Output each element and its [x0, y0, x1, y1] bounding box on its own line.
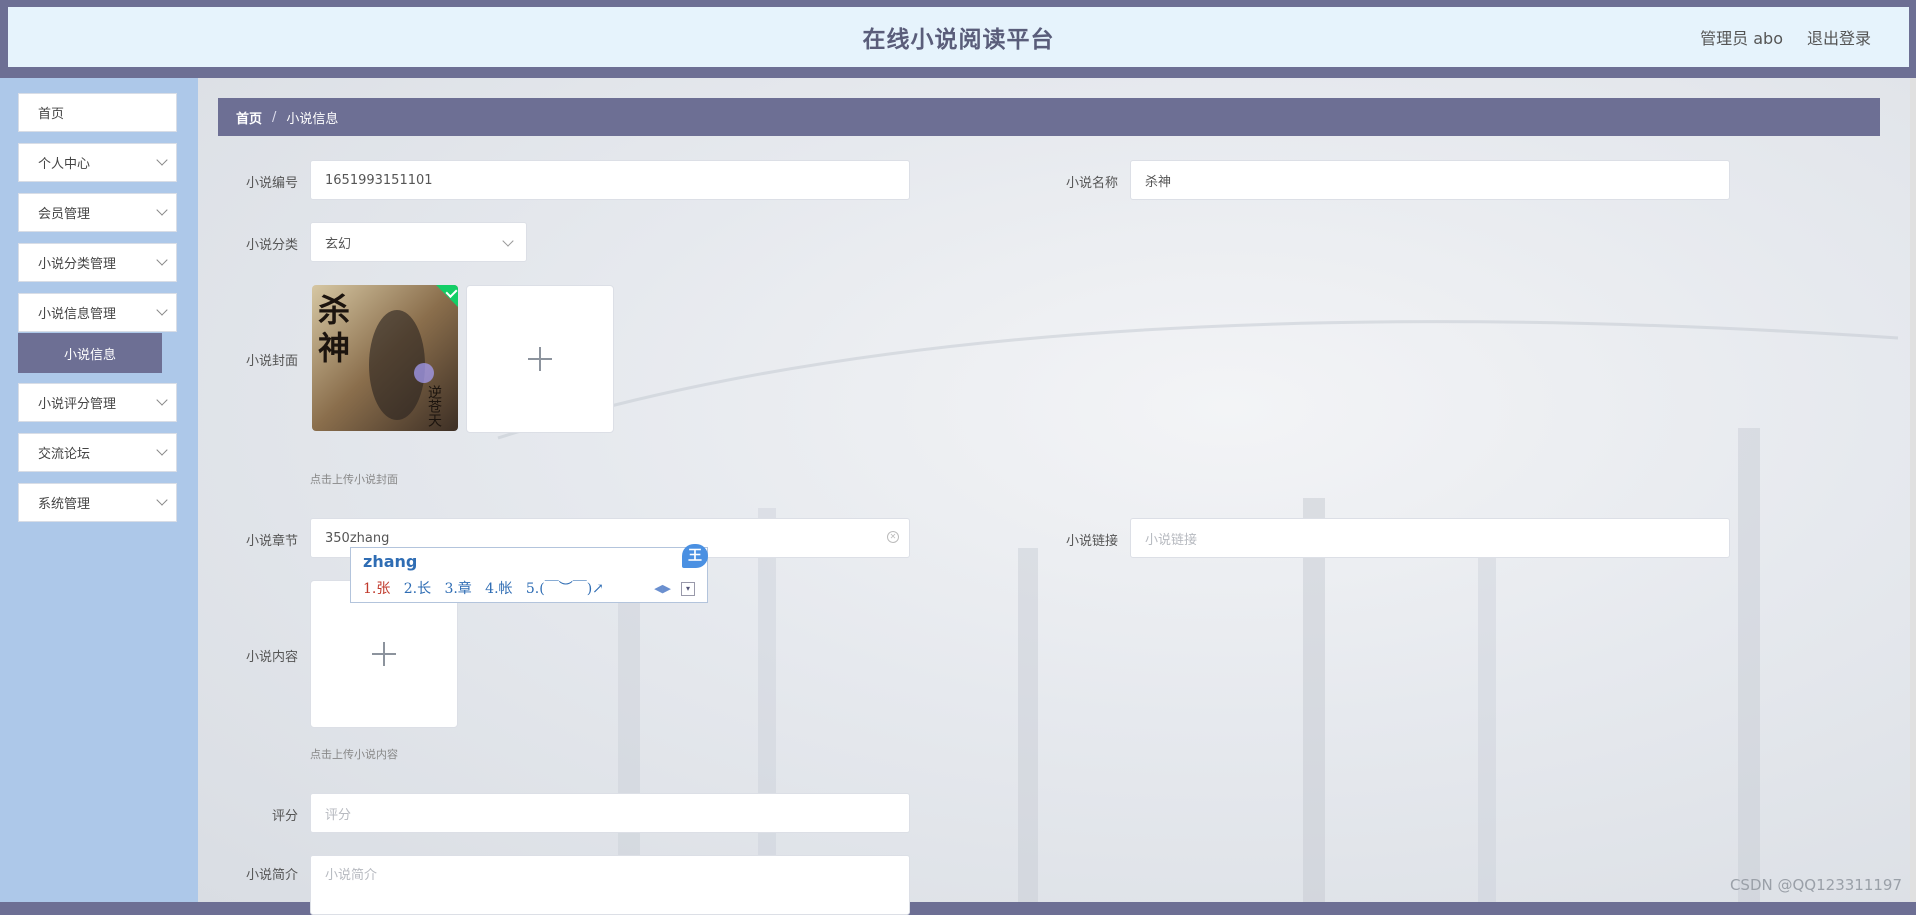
sidebar-item-rating-management[interactable]: 小说评分管理 — [18, 383, 177, 422]
sidebar-item-label: 系统管理 — [38, 497, 91, 512]
rating-label: 评分 — [271, 809, 298, 824]
plus-icon — [372, 642, 396, 666]
ime-candidate[interactable]: 2.长 — [404, 581, 431, 597]
clear-icon[interactable]: ✕ — [887, 531, 899, 543]
site-title: 在线小说阅读平台 — [862, 27, 1055, 53]
chevron-down-icon — [156, 394, 168, 406]
breadcrumb-home[interactable]: 首页 — [236, 108, 262, 127]
sidebar-item-personal-center[interactable]: 个人中心 — [18, 143, 177, 182]
chevron-down-icon — [156, 444, 168, 456]
ime-candidate[interactable]: 1.张 — [363, 581, 390, 597]
ime-candidate[interactable]: 3.章 — [444, 581, 471, 597]
svg-text:神: 神 — [318, 329, 350, 367]
intro-textarea[interactable]: 小说简介 — [310, 855, 910, 915]
ime-candidate[interactable]: 5.(￣︶￣)↗ — [526, 581, 604, 597]
admin-user-label[interactable]: 管理员 abo — [1700, 25, 1783, 49]
ime-candidates: 1.张 2.长 3.章 4.帐 5.(￣︶￣)↗ — [363, 578, 604, 598]
sidebar-item-label: 个人中心 — [38, 157, 91, 172]
watermark: CSDN @QQ123311197 — [1729, 876, 1902, 894]
chapter-label: 小说章节 — [245, 534, 298, 549]
intro-label: 小说简介 — [245, 868, 298, 883]
cover-thumbnail[interactable]: 杀 神 逆苍天 — [312, 285, 458, 431]
ime-logo-icon: 王 — [682, 544, 708, 568]
chevron-down-icon — [156, 494, 168, 506]
header-user-area: 管理员 abo 退出登录 — [1700, 7, 1871, 67]
sidebar-item-home[interactable]: 首页 — [18, 93, 177, 132]
ime-candidate-window: zhang 王 1.张 2.长 3.章 4.帐 5.(￣︶￣)↗ ◀▶ ▾ — [350, 544, 708, 603]
svg-text:逆苍天: 逆苍天 — [426, 385, 442, 427]
chapter-input-value: 350zhang — [325, 530, 390, 546]
sidebar-subitem-novel-info[interactable]: 小说信息 — [18, 333, 162, 373]
chevron-down-icon — [502, 235, 514, 247]
plus-icon — [528, 347, 552, 371]
category-select[interactable]: 玄幻 — [310, 222, 527, 262]
sidebar-item-label: 交流论坛 — [38, 447, 91, 462]
novel-id-label: 小说编号 — [245, 176, 298, 191]
breadcrumb: 首页 / 小说信息 — [218, 98, 1880, 136]
logout-button[interactable]: 退出登录 — [1807, 25, 1871, 49]
chevron-down-icon — [156, 254, 168, 266]
sidebar-item-member-management[interactable]: 会员管理 — [18, 193, 177, 232]
novel-name-input[interactable]: 杀神 — [1130, 160, 1730, 200]
cover-upload-button[interactable] — [466, 285, 614, 433]
link-input[interactable]: 小说链接 — [1130, 518, 1730, 558]
background-decoration — [497, 320, 1899, 902]
chevron-down-icon — [156, 304, 168, 316]
sidebar: 首页 个人中心 会员管理 小说分类管理 小说信息管理 小说信息 小说评分管理 交… — [0, 78, 198, 902]
sidebar-item-novel-info-management[interactable]: 小说信息管理 — [18, 293, 177, 332]
chevron-down-icon — [156, 154, 168, 166]
sidebar-item-category-management[interactable]: 小说分类管理 — [18, 243, 177, 282]
sidebar-item-label: 会员管理 — [38, 207, 91, 222]
sidebar-item-label: 小说评分管理 — [38, 397, 117, 412]
rating-input[interactable]: 评分 — [310, 793, 910, 833]
svg-text:杀: 杀 — [318, 291, 350, 329]
chevron-down-icon — [156, 204, 168, 216]
cover-label: 小说封面 — [245, 354, 298, 369]
scrollbar[interactable] — [1910, 78, 1916, 902]
main-content: 首页 / 小说信息 — [198, 78, 1916, 902]
content-upload-hint: 点击上传小说内容 — [310, 748, 398, 761]
novel-name-label: 小说名称 — [1065, 176, 1118, 191]
category-label: 小说分类 — [245, 238, 298, 253]
category-selected-value: 玄幻 — [325, 236, 352, 252]
sidebar-item-forum[interactable]: 交流论坛 — [18, 433, 177, 472]
content-label: 小说内容 — [245, 650, 298, 665]
ime-expand-icon[interactable]: ▾ — [681, 582, 695, 596]
sidebar-item-label: 小说信息管理 — [38, 307, 117, 322]
sidebar-item-label: 小说分类管理 — [38, 257, 117, 272]
cover-upload-hint: 点击上传小说封面 — [310, 473, 398, 486]
novel-id-input[interactable]: 1651993151101 — [310, 160, 910, 200]
sidebar-item-system-management[interactable]: 系统管理 — [18, 483, 177, 522]
ime-page-arrows-icon[interactable]: ◀▶ — [654, 582, 671, 595]
link-label: 小说链接 — [1065, 534, 1118, 549]
breadcrumb-separator: / — [272, 109, 277, 125]
sidebar-item-label: 首页 — [38, 107, 65, 122]
ime-composition: zhang — [363, 552, 418, 571]
ime-candidate[interactable]: 4.帐 — [485, 581, 512, 597]
breadcrumb-current: 小说信息 — [286, 111, 339, 127]
header-bar: 在线小说阅读平台 管理员 abo 退出登录 — [8, 7, 1909, 67]
